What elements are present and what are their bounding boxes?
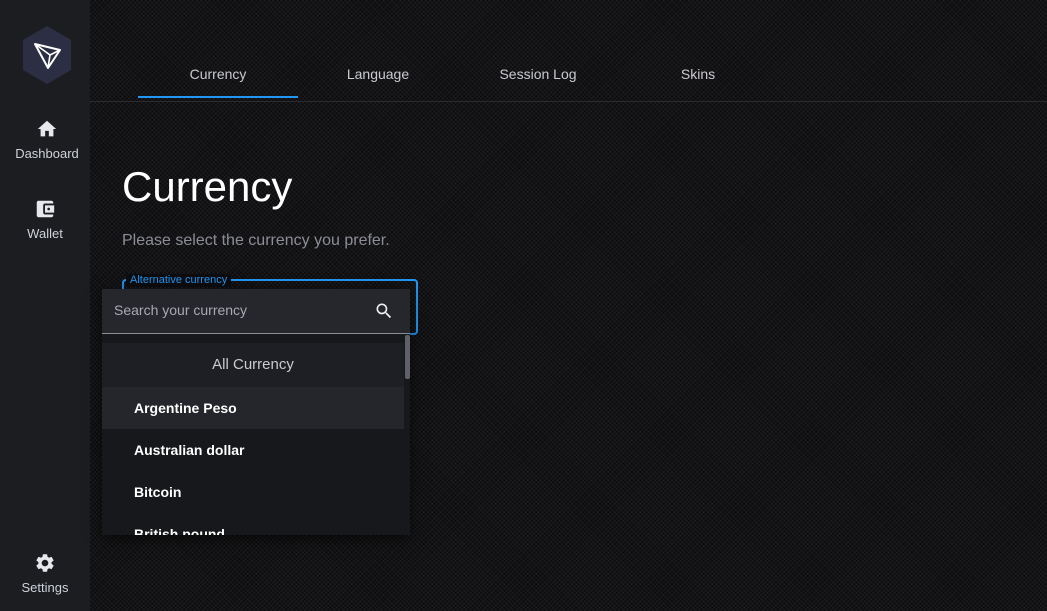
tab-currency[interactable]: Currency xyxy=(138,66,298,82)
currency-search-row xyxy=(102,289,410,334)
currency-option-british-pound[interactable]: British pound xyxy=(102,513,404,535)
wallet-icon xyxy=(36,200,55,218)
currency-select-label: Alternative currency xyxy=(126,274,232,287)
search-icon[interactable] xyxy=(374,301,394,321)
tab-skins[interactable]: Skins xyxy=(618,66,778,82)
sidebar-item-label: Wallet xyxy=(27,226,63,241)
page-subtitle: Please select the currency you prefer. xyxy=(122,232,390,249)
sidebar-item-settings[interactable]: Settings xyxy=(0,552,90,595)
home-icon xyxy=(37,120,57,137)
currency-option-australian-dollar[interactable]: Australian dollar xyxy=(102,429,404,471)
sidebar: Dashboard Wallet Settings xyxy=(0,0,90,611)
currency-group-header: All Currency xyxy=(102,343,404,387)
currency-option-argentine-peso[interactable]: Argentine Peso xyxy=(102,387,404,429)
currency-search-input[interactable] xyxy=(112,301,366,319)
sidebar-item-label: Settings xyxy=(21,580,69,595)
gear-icon xyxy=(36,554,54,572)
settings-tabs: Currency Language Session Log Skins xyxy=(90,0,1047,102)
active-tab-indicator xyxy=(138,96,298,98)
sidebar-item-label: Dashboard xyxy=(15,146,79,161)
sidebar-item-dashboard[interactable]: Dashboard xyxy=(2,118,92,161)
dropdown-scrollbar[interactable] xyxy=(405,335,410,379)
tab-language[interactable]: Language xyxy=(298,66,458,82)
app-logo[interactable] xyxy=(20,24,74,86)
sidebar-item-wallet[interactable]: Wallet xyxy=(0,198,90,241)
currency-dropdown-menu: All Currency Argentine Peso Australian d… xyxy=(102,289,410,535)
logo-icon xyxy=(23,26,71,84)
tab-session-log[interactable]: Session Log xyxy=(458,66,618,82)
page-title: Currency xyxy=(122,163,293,210)
currency-option-bitcoin[interactable]: Bitcoin xyxy=(102,471,404,513)
